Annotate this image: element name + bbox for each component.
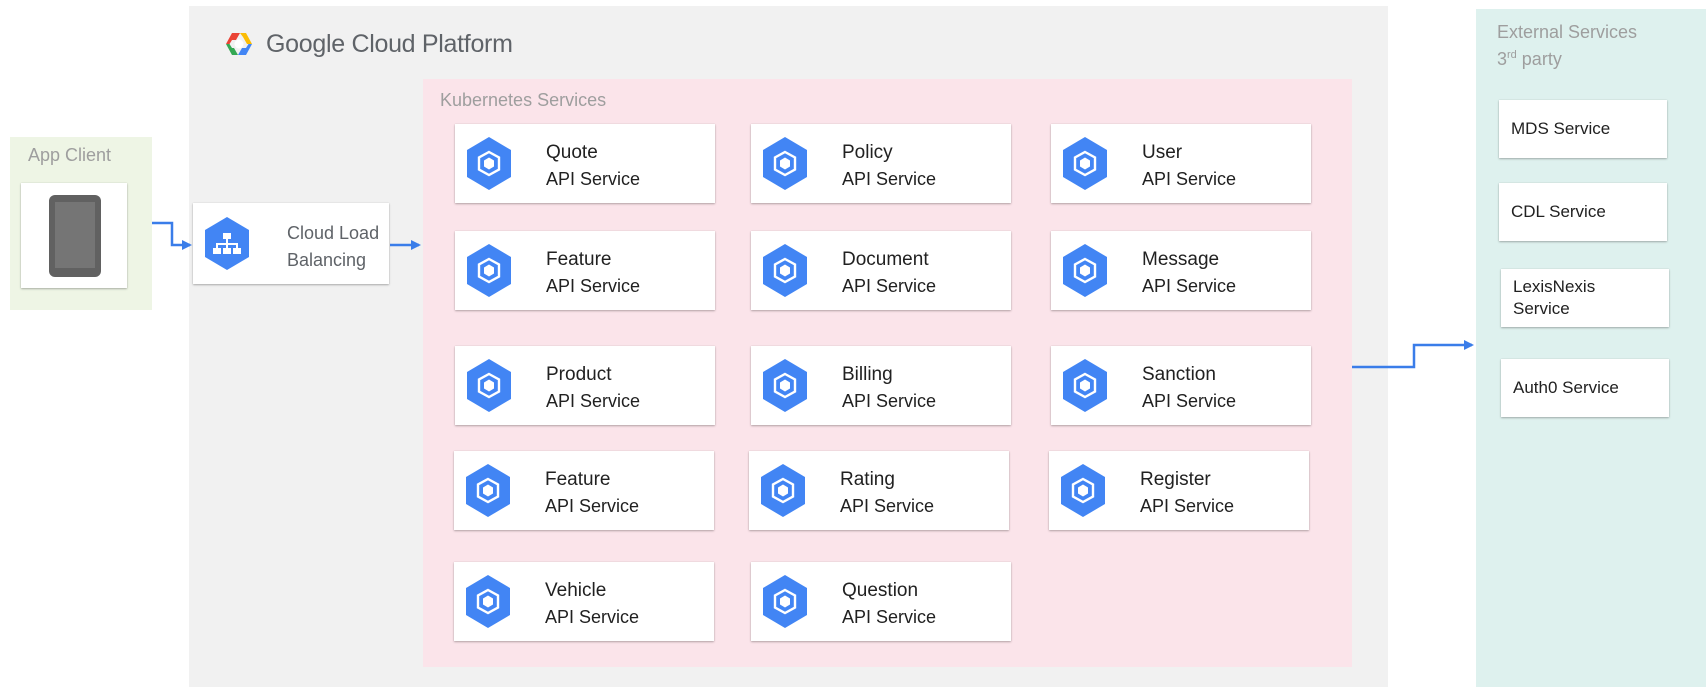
arrow-client-to-lb [152, 221, 192, 250]
arrow-kubernetes-to-external [1352, 340, 1474, 369]
connector-arrows [152, 221, 1474, 369]
